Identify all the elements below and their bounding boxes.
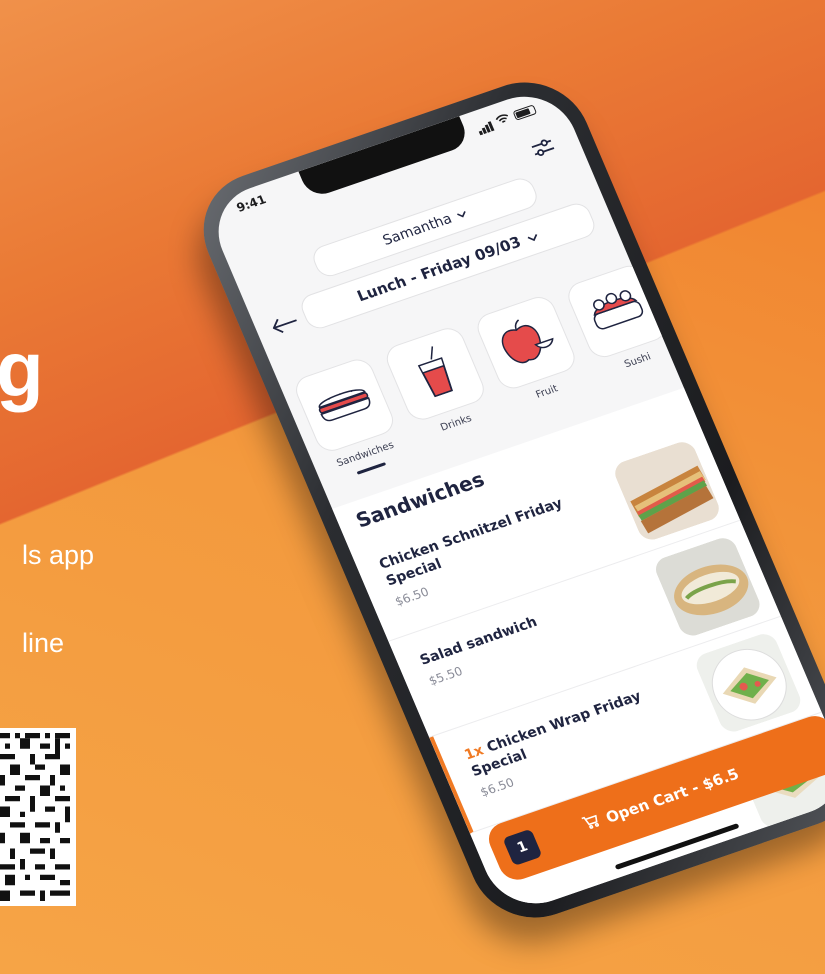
drink-icon — [405, 341, 466, 408]
category-card — [291, 355, 399, 456]
cart-icon — [580, 813, 602, 835]
cart-count-badge: 1 — [502, 828, 543, 867]
chevron-down-icon — [454, 206, 470, 224]
apple-icon — [489, 309, 563, 377]
chevron-down-icon — [524, 227, 541, 247]
item-photo — [651, 534, 764, 640]
filter-icon[interactable] — [525, 131, 562, 164]
sandwich-icon — [308, 375, 382, 435]
item-price: $6.50 — [478, 775, 517, 800]
signal-icon — [475, 118, 495, 136]
category-card — [472, 292, 580, 393]
item-price: $6.50 — [392, 584, 431, 609]
app-screen: 9:41 Samantha Lunch - Friday 09/03 Sandw… — [202, 83, 825, 917]
battery-icon — [512, 104, 538, 121]
category-card — [381, 324, 489, 424]
status-time: 9:41 — [234, 192, 269, 215]
phone-mockup: 9:41 Samantha Lunch - Friday 09/03 Sandw… — [0, 0, 825, 974]
selected-tab-indicator — [356, 462, 387, 475]
item-photo — [692, 630, 805, 736]
item-photo — [610, 438, 724, 544]
user-name: Samantha — [380, 210, 455, 249]
item-price: $5.50 — [426, 664, 465, 689]
category-label: Sushi — [622, 351, 653, 371]
sushi-icon — [582, 282, 652, 341]
category-label: Fruit — [534, 383, 560, 401]
phone-device: 9:41 Samantha Lunch - Friday 09/03 Sandw… — [184, 65, 825, 935]
wifi-icon — [494, 111, 513, 128]
category-label: Drinks — [439, 413, 474, 434]
